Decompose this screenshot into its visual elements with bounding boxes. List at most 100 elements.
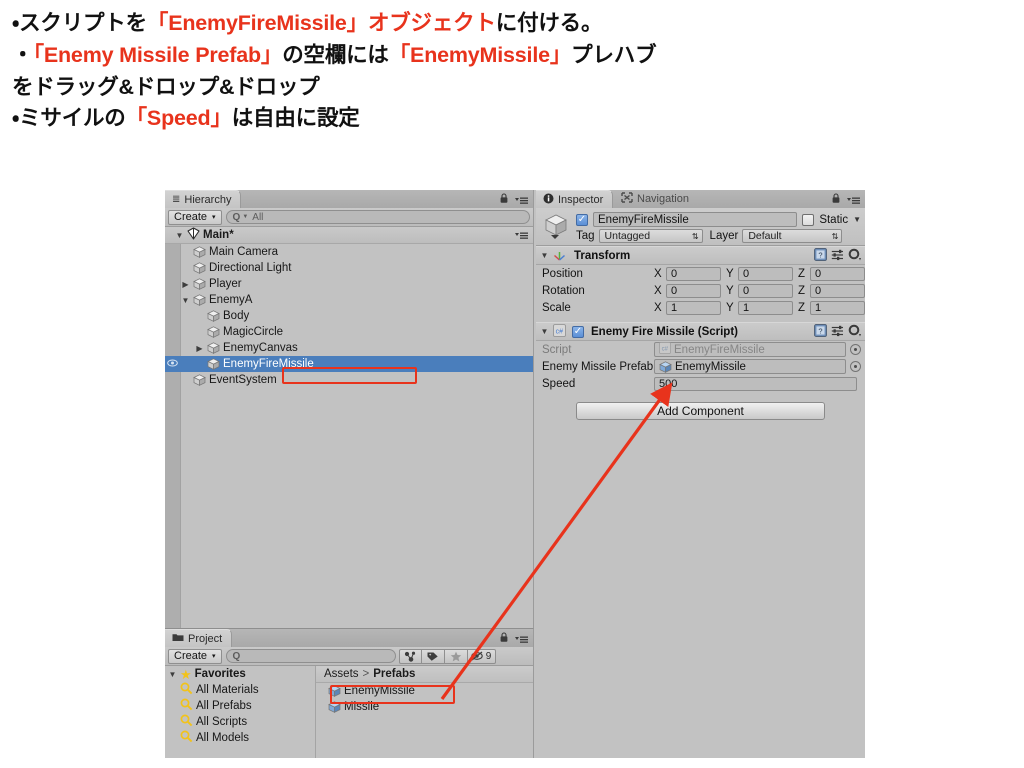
breadcrumb-current[interactable]: Prefabs	[373, 668, 415, 680]
prefab-cube-icon	[328, 701, 341, 713]
expand-triangle[interactable]: ▶	[181, 280, 190, 289]
asset-item-label: Missile	[344, 701, 380, 713]
tab-hierarchy[interactable]: ≣ Hierarchy	[165, 190, 242, 208]
inspector-panel: Inspector Navigation ✓ EnemyFireMissile …	[536, 190, 865, 758]
hierarchy-item-enemycanvas[interactable]: ▶ EnemyCanvas	[165, 340, 533, 356]
gameobject-header: ✓ EnemyFireMissile Static ▼ Tag Untagged…	[536, 208, 865, 246]
lock-icon[interactable]	[831, 193, 841, 207]
chevron-updown-icon: ⇅	[691, 231, 699, 241]
favorites-item-all-models[interactable]: All Models	[165, 730, 315, 746]
enemy-missile-prefab-picker-icon[interactable]	[850, 361, 861, 372]
favorites-item-all-prefabs[interactable]: All Prefabs	[165, 698, 315, 714]
asset-item-enemymissile[interactable]: EnemyMissile	[316, 683, 533, 699]
axis-label-z: Z	[798, 267, 806, 280]
visibility-eye-icon[interactable]	[167, 358, 178, 370]
script-picker-icon[interactable]	[850, 344, 861, 355]
help-book-icon[interactable]: ?	[814, 324, 827, 340]
favorites-expand-triangle[interactable]: ▼	[168, 670, 177, 679]
component-header-transform[interactable]: ▼ Transform ?	[536, 246, 865, 265]
gear-icon[interactable]	[848, 248, 861, 264]
favorites-item-all-scripts[interactable]: All Scripts	[165, 714, 315, 730]
asset-filter-icon[interactable]	[398, 648, 422, 664]
component-header-enemy-fire-missile[interactable]: ▼ c# ✓ Enemy Fire Missile (Script) ?	[536, 322, 865, 341]
gear-icon[interactable]	[848, 324, 861, 340]
visibility-icon[interactable]: 9	[467, 648, 496, 664]
expand-triangle[interactable]: ▼	[181, 296, 190, 305]
instruction-line-2-part-e: プレハブ	[571, 42, 657, 67]
static-checkbox[interactable]	[802, 213, 815, 226]
position-x-input[interactable]: 0	[666, 266, 721, 281]
hierarchy-scene-row[interactable]: ▼ Main*	[165, 227, 533, 244]
instruction-line-1: ・スクリプトを「EnemyFireMissile」オブジェクトに付ける。	[12, 8, 1012, 40]
layer-label: Layer	[709, 230, 739, 242]
gameobject-enabled-checkbox[interactable]: ✓	[576, 213, 588, 226]
hierarchy-item-directional-light[interactable]: ▶ Directional Light	[165, 260, 533, 276]
scene-expand-triangle[interactable]: ▼	[175, 231, 184, 240]
help-book-icon[interactable]: ?	[814, 248, 827, 264]
scale-x-input[interactable]: 1	[666, 300, 721, 315]
asset-item-missile[interactable]: Missile	[316, 699, 533, 715]
hierarchy-item-eventsystem[interactable]: ▶ EventSystem	[165, 372, 533, 388]
project-tabbar-right	[499, 632, 528, 646]
expand-triangle: ▶	[181, 264, 190, 273]
tab-inspector[interactable]: Inspector	[536, 190, 614, 208]
search-icon: Q	[232, 211, 241, 223]
breadcrumb-root[interactable]: Assets	[324, 668, 359, 680]
label-filter-icon[interactable]	[421, 648, 445, 664]
hierarchy-item-magiccircle[interactable]: ▶ MagicCircle	[165, 324, 533, 340]
svg-text:c#: c#	[556, 328, 564, 335]
enemy-missile-prefab-field[interactable]: EnemyMissile	[654, 359, 846, 374]
hierarchy-item-enemya[interactable]: ▼ EnemyA	[165, 292, 533, 308]
gameobject-cube-icon	[193, 246, 206, 258]
position-z-input[interactable]: 0	[810, 266, 865, 281]
rotation-z-input[interactable]: 0	[810, 283, 865, 298]
project-toolbar: Create ▾ Q 9	[165, 647, 533, 666]
lock-icon[interactable]	[499, 632, 509, 646]
tab-navigation[interactable]: Navigation	[614, 190, 698, 208]
project-create-button[interactable]: Create ▾	[168, 648, 222, 664]
hierarchy-item-main-camera[interactable]: ▶ Main Camera	[165, 244, 533, 260]
add-component-button[interactable]: Add Component	[576, 402, 825, 420]
svg-text:?: ?	[818, 250, 822, 259]
favorites-item-all-materials[interactable]: All Materials	[165, 682, 315, 698]
position-y-input[interactable]: 0	[738, 266, 793, 281]
menu-icon[interactable]	[847, 196, 860, 205]
menu-icon[interactable]	[515, 635, 528, 644]
script-enabled-checkbox[interactable]: ✓	[572, 325, 584, 338]
menu-icon[interactable]	[515, 196, 528, 205]
scale-z-input[interactable]: 1	[810, 300, 865, 315]
rotation-x-input[interactable]: 0	[666, 283, 721, 298]
tag-label: Tag	[576, 230, 595, 242]
static-dropdown-arrow[interactable]: ▼	[853, 215, 861, 224]
hierarchy-search-input[interactable]: Q ▼ All	[225, 210, 530, 224]
hierarchy-item-label: Player	[209, 278, 242, 290]
favorites-item-label: All Materials	[196, 684, 259, 696]
expand-triangle[interactable]: ▶	[195, 344, 204, 353]
preset-icon[interactable]	[831, 325, 844, 340]
scale-y-input[interactable]: 1	[738, 300, 793, 315]
tab-hierarchy-label: Hierarchy	[184, 193, 232, 206]
script-field[interactable]: c# EnemyFireMissile	[654, 342, 846, 357]
info-icon	[543, 193, 554, 207]
transform-row-position: Position X 0 Y 0 Z 0	[536, 265, 865, 282]
hierarchy-item-body[interactable]: ▶ Body	[165, 308, 533, 324]
tag-dropdown[interactable]: Untagged ⇅	[598, 229, 703, 243]
scene-menu-icon[interactable]	[515, 231, 528, 240]
lock-icon[interactable]	[499, 193, 509, 207]
gameobject-name-input[interactable]: EnemyFireMissile	[593, 212, 798, 227]
preset-icon[interactable]	[831, 249, 844, 264]
transform-expand-triangle[interactable]: ▼	[540, 251, 549, 260]
hierarchy-item-player[interactable]: ▶ Player	[165, 276, 533, 292]
hierarchy-item-enemyfiremissile[interactable]: ▶ EnemyFireMissile	[165, 356, 533, 372]
project-favorites-header[interactable]: ▼ ★ Favorites	[165, 666, 315, 682]
rotation-y-input[interactable]: 0	[738, 283, 793, 298]
star-filter-icon[interactable]	[444, 648, 468, 664]
unity-editor-window: ≣ Hierarchy Create ▾ Q ▼ All ▼ Main* Mai…	[165, 190, 865, 758]
project-search-input[interactable]: Q	[225, 649, 396, 663]
script-expand-triangle[interactable]: ▼	[540, 327, 549, 336]
tab-project[interactable]: Project	[165, 629, 233, 647]
breadcrumb: Assets > Prefabs	[316, 666, 533, 683]
layer-dropdown[interactable]: Default ⇅	[742, 229, 843, 243]
hierarchy-create-button[interactable]: Create ▾	[168, 209, 222, 225]
speed-input[interactable]: 500	[654, 376, 857, 391]
